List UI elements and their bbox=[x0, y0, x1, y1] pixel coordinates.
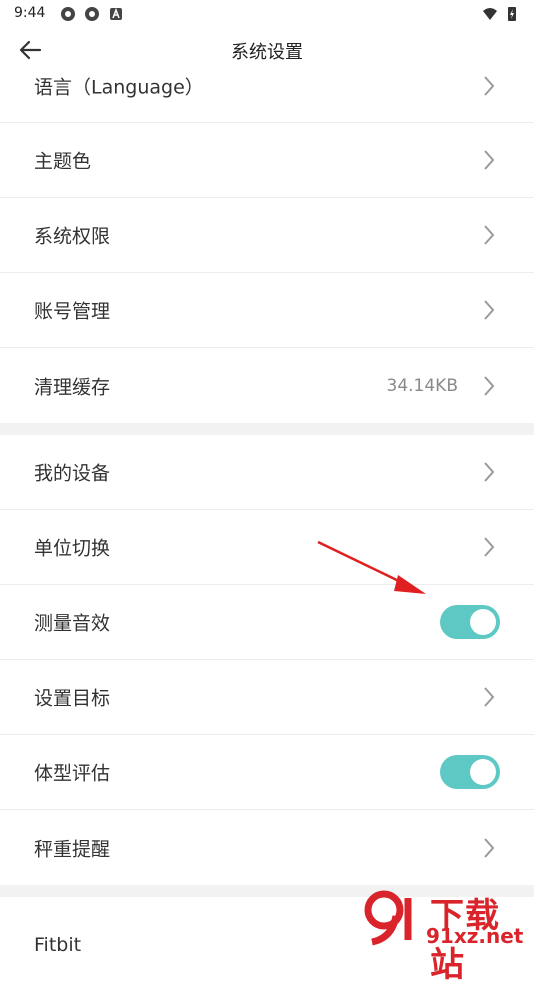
settings-row-theme-color[interactable]: 主题色 bbox=[0, 123, 534, 198]
chevron-right-icon bbox=[484, 687, 495, 707]
chevron-right-icon bbox=[484, 462, 495, 482]
watermark-url: 91xz.net bbox=[426, 924, 524, 948]
chevron-right-icon bbox=[484, 225, 495, 245]
body-assessment-toggle[interactable] bbox=[440, 755, 500, 789]
row-label: 系统权限 bbox=[34, 225, 111, 248]
chevron-right-icon bbox=[484, 837, 495, 858]
settings-row-permissions[interactable]: 系统权限 bbox=[0, 198, 534, 273]
status-time: 9:44 bbox=[14, 5, 46, 21]
app-notification-icon bbox=[61, 7, 75, 21]
settings-row-set-goal[interactable]: 设置目标 bbox=[0, 660, 534, 735]
section-divider bbox=[0, 423, 534, 435]
watermark-logo-icon bbox=[364, 890, 412, 946]
toggle-knob bbox=[470, 609, 496, 635]
settings-row-clear-cache[interactable]: 清理缓存 34.14KB bbox=[0, 348, 534, 423]
chevron-right-icon bbox=[484, 537, 495, 557]
battery-charging-icon bbox=[508, 7, 516, 21]
row-label: 体型评估 bbox=[34, 762, 111, 785]
measure-sound-toggle[interactable] bbox=[440, 605, 500, 639]
row-label: 秤重提醒 bbox=[34, 838, 111, 860]
row-label: 测量音效 bbox=[34, 612, 111, 635]
cache-size-value: 34.14KB bbox=[386, 375, 458, 396]
chevron-right-icon bbox=[484, 150, 495, 170]
row-label: 单位切换 bbox=[34, 537, 111, 560]
wifi-icon bbox=[483, 8, 497, 20]
settings-row-weigh-reminder[interactable]: 秤重提醒 bbox=[0, 810, 534, 885]
row-label: 我的设备 bbox=[34, 462, 111, 485]
settings-row-measure-sound: 测量音效 bbox=[0, 585, 534, 660]
row-label: 清理缓存 bbox=[34, 376, 111, 398]
settings-row-language[interactable]: 语言（Language） bbox=[0, 50, 534, 123]
row-label: 主题色 bbox=[34, 150, 92, 173]
row-label: 语言（Language） bbox=[34, 76, 204, 99]
chevron-right-icon bbox=[484, 375, 495, 396]
settings-row-account[interactable]: 账号管理 bbox=[0, 273, 534, 348]
settings-row-unit-switch[interactable]: 单位切换 bbox=[0, 510, 534, 585]
a-notification-icon bbox=[110, 7, 122, 20]
settings-row-my-devices[interactable]: 我的设备 bbox=[0, 435, 534, 510]
settings-list: 语言（Language） 主题色 系统权限 账号管理 清理缓存 34.14KB … bbox=[0, 50, 534, 957]
app-notification-icon bbox=[85, 7, 99, 21]
row-label: 设置目标 bbox=[34, 687, 111, 710]
row-label: 账号管理 bbox=[34, 300, 111, 323]
chevron-right-icon bbox=[484, 300, 495, 320]
row-label: Fitbit bbox=[34, 934, 82, 956]
chevron-right-icon bbox=[484, 76, 495, 96]
watermark: 下载站 91xz.net bbox=[362, 888, 534, 985]
toggle-knob bbox=[470, 759, 496, 785]
status-bar: 9:44 bbox=[0, 0, 534, 28]
settings-row-body-assessment: 体型评估 bbox=[0, 735, 534, 810]
